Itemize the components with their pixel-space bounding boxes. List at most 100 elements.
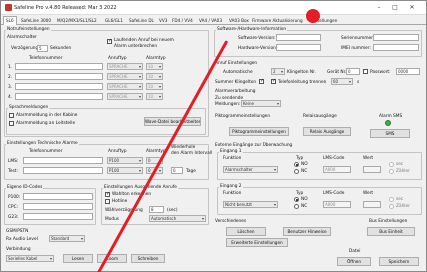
alarmtyp-3-select[interactable]: 10 bbox=[146, 83, 163, 90]
maximize-icon[interactable]: □ bbox=[389, 3, 401, 12]
ta-test-unit: Tage bbox=[186, 169, 196, 174]
ta-lms-label: LMS: bbox=[8, 159, 19, 164]
tab-safeline-3000[interactable]: SafeLine 3000 bbox=[18, 16, 54, 25]
automatische-select[interactable]: 2 bbox=[271, 68, 285, 75]
tab-va4[interactable]: VA4 / VA03 bbox=[196, 16, 225, 25]
row4-num: 4. bbox=[8, 95, 13, 100]
e2-lms-input[interactable]: A000 bbox=[323, 201, 351, 208]
tel-trennen-select[interactable]: 60 bbox=[331, 78, 353, 85]
gerat-label: Gerät Nr.: bbox=[327, 70, 348, 75]
ta-test-input[interactable] bbox=[23, 167, 103, 174]
e2-funktion-select[interactable]: Nicht benutzt bbox=[223, 201, 278, 208]
ansage-leitstelle-checkbox[interactable] bbox=[9, 121, 14, 126]
tab-fd4[interactable]: FD4 / VV4 bbox=[169, 16, 196, 25]
id-p100-label: P100: bbox=[8, 195, 21, 200]
e1-no-radio[interactable] bbox=[294, 162, 299, 167]
lesen-button[interactable]: Lesen bbox=[63, 254, 93, 263]
e2-wert-input[interactable] bbox=[363, 201, 381, 208]
alarm-sms-title: Alarm SMS bbox=[379, 114, 403, 119]
oeffnen-button[interactable]: Öffnen bbox=[337, 257, 371, 266]
speichern-button[interactable]: Speichern bbox=[379, 257, 419, 266]
alarmtyp-1-select[interactable]: 10 bbox=[146, 63, 163, 70]
automatische-label: Automatische bbox=[223, 70, 253, 75]
id-p100-input[interactable] bbox=[23, 193, 93, 200]
summer-checkbox[interactable] bbox=[259, 78, 264, 84]
phone-3-input[interactable] bbox=[15, 83, 103, 90]
annotation-arrow-dot bbox=[306, 9, 320, 23]
bus-einheit-button[interactable]: Bus Einheit bbox=[367, 227, 415, 236]
bus-title: Bus Einstellungen bbox=[369, 219, 408, 224]
tab-safeline-dl[interactable]: SafeLine DL bbox=[126, 16, 157, 25]
tab-bar: SL6 SafeLine 3000 M/Q2/MX3/SL1/SL2 GL6/G… bbox=[1, 15, 426, 25]
e1-wert-label: Wert bbox=[363, 156, 374, 161]
phone-2-input[interactable] bbox=[15, 73, 103, 80]
alarmtyp-2-select[interactable]: 10 bbox=[146, 73, 163, 80]
passwort-input[interactable]: 0000 bbox=[396, 68, 420, 75]
summer-label: Summer Klingelton bbox=[215, 80, 257, 85]
modus-select[interactable]: Automatisch bbox=[149, 215, 206, 222]
ta-test-type-select[interactable]: P100 bbox=[107, 167, 143, 174]
ansage-kabine-label: Alarmmeldung in der Kabine bbox=[16, 113, 78, 118]
e2-typ-label: Typ bbox=[296, 191, 304, 196]
e2-nc-radio[interactable] bbox=[294, 204, 299, 209]
ta-test-interval-input[interactable]: 0 bbox=[171, 167, 183, 174]
id-g23-label: G23: bbox=[8, 215, 19, 220]
anruftyp-2-select[interactable]: SPRACHE bbox=[107, 73, 143, 80]
tab-sl6[interactable]: SL6 bbox=[3, 16, 17, 25]
erweiterte-button[interactable]: Erweiterte Einstellungen bbox=[226, 238, 288, 247]
ansage-kabine-checkbox[interactable] bbox=[9, 113, 14, 118]
e1-sec-radio[interactable] bbox=[389, 162, 394, 167]
sprachmeldungen-title: Sprachmeldungen bbox=[8, 105, 50, 110]
zu-sendende-label: Zu sendende bbox=[215, 96, 244, 101]
ta-lms-type-select[interactable]: P100 bbox=[107, 157, 143, 164]
laufenden-anruf-checkbox[interactable] bbox=[107, 38, 112, 44]
verzoegerung-input[interactable]: 5 bbox=[37, 45, 48, 52]
e1-wert-input[interactable] bbox=[363, 166, 381, 173]
wahlton-checkbox[interactable] bbox=[105, 191, 110, 197]
passwort-checkbox[interactable] bbox=[363, 69, 368, 74]
schreiben-button[interactable]: Schreiben bbox=[131, 254, 165, 263]
benutzer-hinweise-button[interactable]: Benutzer Hinweise bbox=[283, 227, 331, 236]
phone-4-input[interactable] bbox=[15, 93, 103, 100]
wave-edit-button[interactable]: Wave-Datei bearbeitbeiten bbox=[144, 117, 201, 126]
hotline-checkbox[interactable] bbox=[105, 199, 110, 204]
sms-button[interactable]: SMS bbox=[370, 129, 410, 138]
waehlverzoegerung-input[interactable]: 8 bbox=[149, 206, 164, 213]
verbindung-select[interactable]: Serielles Kabel bbox=[6, 255, 54, 262]
gerat-input[interactable]: 0 bbox=[346, 68, 360, 75]
e2-zahler-radio[interactable] bbox=[389, 204, 394, 209]
alarmtyp-4-select[interactable]: 10 bbox=[146, 93, 163, 100]
e2-no-radio[interactable] bbox=[294, 197, 299, 202]
close-icon[interactable]: ✕ bbox=[406, 3, 418, 12]
tab-gl6[interactable]: GL6/GL1 bbox=[102, 16, 126, 25]
anruftyp-3-select[interactable]: SPRACHE bbox=[107, 83, 143, 90]
anruftyp-4-select[interactable]: SPRACHE bbox=[107, 93, 143, 100]
e2-sec-radio[interactable] bbox=[389, 197, 394, 202]
relais-button[interactable]: Relais Ausgänge bbox=[303, 127, 351, 136]
id-g23-input[interactable] bbox=[23, 213, 93, 220]
verzoegerung-label: Verzögerung bbox=[11, 46, 39, 51]
e2-funktion-label: Funktion bbox=[223, 191, 242, 196]
loeschen-button[interactable]: Löschen bbox=[226, 227, 266, 236]
window-title: Safeline Pro v.4.80 Released: Mar 3 2022 bbox=[14, 5, 117, 11]
tab-firmware[interactable]: Firmware Aktualisierung bbox=[249, 16, 306, 25]
e1-nc-radio[interactable] bbox=[294, 169, 299, 174]
anruftyp-1-select[interactable]: SPRACHE bbox=[107, 63, 143, 70]
phone-1-input[interactable] bbox=[15, 63, 103, 70]
hw-version-label: Hardware-Version: bbox=[238, 46, 278, 51]
app-logo-icon bbox=[5, 4, 12, 11]
rx-audio-select[interactable]: Standard bbox=[49, 235, 85, 242]
wahlton-label: Wahlton erkennen bbox=[112, 192, 152, 197]
verbindung-label: Verbindung bbox=[6, 247, 31, 252]
e1-zahler-radio[interactable] bbox=[389, 169, 394, 174]
e1-lms-input[interactable]: A000 bbox=[323, 166, 351, 173]
e1-funktion-select[interactable]: Alarmschalter bbox=[223, 166, 278, 173]
laufenden-anruf-label: Laufenden Anruf bei neuem bbox=[114, 38, 174, 43]
minimize-icon[interactable]: – bbox=[373, 3, 385, 12]
tab-mq2[interactable]: M/Q2/MX3/SL1/SL2 bbox=[54, 16, 100, 25]
piktogramm-button[interactable]: Piktogrammeinstellungen bbox=[229, 127, 289, 136]
tel-trennen-checkbox[interactable] bbox=[271, 78, 276, 84]
ta-lms-input[interactable] bbox=[23, 157, 103, 164]
meldungen-select[interactable]: Keine bbox=[241, 100, 281, 107]
id-cpc-input[interactable] bbox=[23, 203, 93, 210]
